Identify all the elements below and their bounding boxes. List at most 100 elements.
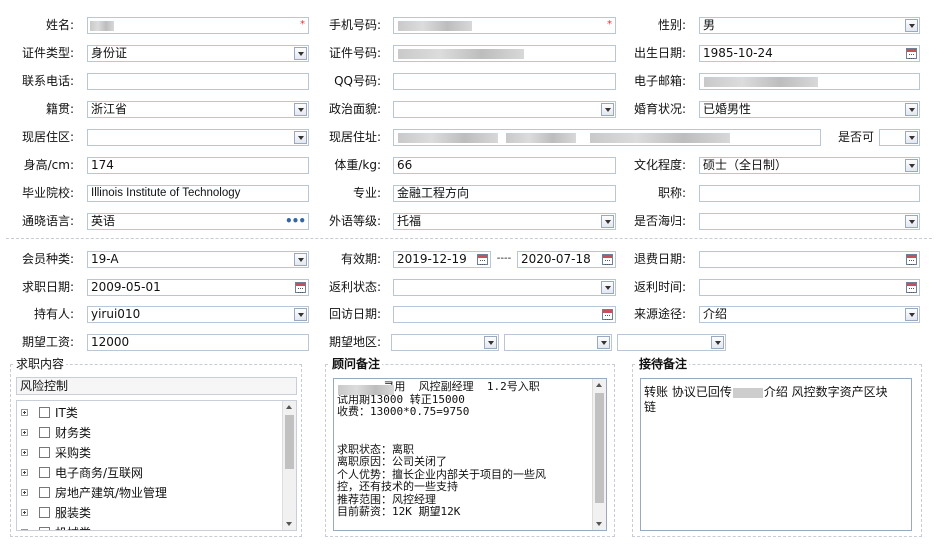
expand-icon[interactable] xyxy=(21,469,28,476)
job-date-field[interactable]: 2009-05-01 xyxy=(87,279,309,296)
marital-select[interactable]: 已婚男性 xyxy=(699,101,920,118)
is-ok-select[interactable] xyxy=(879,129,920,146)
checkbox[interactable] xyxy=(39,447,50,458)
chevron-down-icon[interactable] xyxy=(294,308,307,321)
residence-addr-field[interactable] xyxy=(393,129,821,146)
job-content-title: 求职内容 xyxy=(14,357,67,371)
scroll-up-icon[interactable] xyxy=(283,401,296,413)
email-field[interactable] xyxy=(699,73,920,90)
expand-icon[interactable] xyxy=(21,449,28,456)
calendar-icon[interactable] xyxy=(906,48,917,59)
language-field[interactable]: 英语 ••• xyxy=(87,213,309,230)
calendar-icon[interactable] xyxy=(295,282,306,293)
chevron-down-icon[interactable] xyxy=(711,336,724,349)
chevron-down-icon[interactable] xyxy=(294,103,307,116)
chevron-down-icon[interactable] xyxy=(905,215,918,228)
advisor-scrollbar[interactable] xyxy=(592,379,606,530)
checkbox[interactable] xyxy=(39,527,50,530)
member-type-select[interactable]: 19-A xyxy=(87,251,309,268)
checkbox[interactable] xyxy=(39,467,50,478)
scroll-up-icon[interactable] xyxy=(593,379,606,391)
calendar-icon[interactable] xyxy=(477,254,488,265)
advisor-note-text: 录用 风控副经理 1.2号入职 试用期13000 转正15000 收费：1300… xyxy=(337,380,546,518)
gender-select[interactable]: 男 xyxy=(699,17,920,34)
scroll-thumb[interactable] xyxy=(595,393,604,503)
job-search-field[interactable]: 风险控制 xyxy=(16,377,297,395)
valid-to-field[interactable]: 2020-07-18 xyxy=(517,251,616,268)
lang-level-select[interactable]: 托福 xyxy=(393,213,616,230)
chevron-down-icon[interactable] xyxy=(294,253,307,266)
qq-field[interactable] xyxy=(393,73,616,90)
chevron-down-icon[interactable] xyxy=(484,336,497,349)
chevron-down-icon[interactable] xyxy=(905,159,918,172)
chevron-down-icon[interactable] xyxy=(905,103,918,116)
region-province-select[interactable] xyxy=(391,334,499,351)
weight-field[interactable]: 66 xyxy=(393,157,616,174)
expand-icon[interactable] xyxy=(21,429,28,436)
lang-level-value: 托福 xyxy=(397,214,422,228)
tree-scrollbar[interactable] xyxy=(282,401,296,530)
rebate-time-field[interactable] xyxy=(699,279,920,296)
more-options-icon[interactable]: ••• xyxy=(285,214,306,229)
id-number-label: 证件号码: xyxy=(328,46,381,60)
chevron-down-icon[interactable] xyxy=(601,281,614,294)
expand-icon[interactable] xyxy=(21,529,28,530)
id-type-select[interactable]: 身份证 xyxy=(87,45,309,62)
visit-date-label: 回访日期: xyxy=(328,307,381,321)
name-field[interactable]: * xyxy=(87,17,309,34)
refund-date-field[interactable] xyxy=(699,251,920,268)
checkbox[interactable] xyxy=(39,407,50,418)
phone-field[interactable] xyxy=(87,73,309,90)
region-city-select[interactable] xyxy=(504,334,612,351)
height-field[interactable]: 174 xyxy=(87,157,309,174)
overseas-select[interactable] xyxy=(699,213,920,230)
checkbox[interactable] xyxy=(39,487,50,498)
region-district-select[interactable] xyxy=(617,334,726,351)
scroll-down-icon[interactable] xyxy=(593,518,606,530)
tree-item-label: 财务类 xyxy=(55,426,92,440)
education-select[interactable]: 硕士（全日制） xyxy=(699,157,920,174)
native-place-select[interactable]: 浙江省 xyxy=(87,101,309,118)
id-number-field[interactable] xyxy=(393,45,616,62)
chevron-down-icon[interactable] xyxy=(905,19,918,32)
id-type-value: 身份证 xyxy=(91,46,128,60)
major-field[interactable]: 金融工程方向 xyxy=(393,185,616,202)
political-select[interactable] xyxy=(393,101,616,118)
education-value: 硕士（全日制） xyxy=(703,158,788,172)
expand-icon[interactable] xyxy=(21,509,28,516)
calendar-icon[interactable] xyxy=(906,282,917,293)
checkbox[interactable] xyxy=(39,427,50,438)
advisor-note-textarea[interactable]: 录用 风控副经理 1.2号入职 试用期13000 转正15000 收费：1300… xyxy=(333,378,607,531)
title-field[interactable] xyxy=(699,185,920,202)
scroll-down-icon[interactable] xyxy=(283,518,296,530)
school-field[interactable]: Illinois Institute of Technology xyxy=(87,185,309,202)
mobile-field[interactable]: * xyxy=(393,17,616,34)
rebate-status-select[interactable] xyxy=(393,279,616,296)
source-select[interactable]: 介绍 xyxy=(699,306,920,323)
reception-note-textarea[interactable]: 转账 协议已回传 介绍 风控数字资产区块 链 xyxy=(640,378,912,531)
chevron-down-icon[interactable] xyxy=(905,131,918,144)
residence-area-select[interactable] xyxy=(87,129,309,146)
reception-text-part: 介绍 风控数字资产区块 xyxy=(763,385,888,399)
chevron-down-icon[interactable] xyxy=(294,47,307,60)
expand-icon[interactable] xyxy=(21,409,28,416)
job-category-tree[interactable]: IT类财务类采购类电子商务/互联网房地产建筑/物业管理服装类机械类 xyxy=(16,400,297,531)
job-date-value: 2009-05-01 xyxy=(91,280,161,294)
chevron-down-icon[interactable] xyxy=(905,308,918,321)
calendar-icon[interactable] xyxy=(906,254,917,265)
chevron-down-icon[interactable] xyxy=(294,131,307,144)
calendar-icon[interactable] xyxy=(602,309,613,320)
birth-date-field[interactable]: 1985-10-24 xyxy=(699,45,920,62)
calendar-icon[interactable] xyxy=(602,254,613,265)
checkbox[interactable] xyxy=(39,507,50,518)
valid-from-field[interactable]: 2019-12-19 xyxy=(393,251,491,268)
scroll-thumb[interactable] xyxy=(285,415,294,469)
expand-icon[interactable] xyxy=(21,489,28,496)
chevron-down-icon[interactable] xyxy=(601,215,614,228)
chevron-down-icon[interactable] xyxy=(597,336,610,349)
holder-select[interactable]: yirui010 xyxy=(87,306,309,323)
reception-note-line-2: 链 xyxy=(644,400,657,414)
salary-field[interactable]: 12000 xyxy=(87,334,309,351)
chevron-down-icon[interactable] xyxy=(601,103,614,116)
visit-date-field[interactable] xyxy=(393,306,616,323)
